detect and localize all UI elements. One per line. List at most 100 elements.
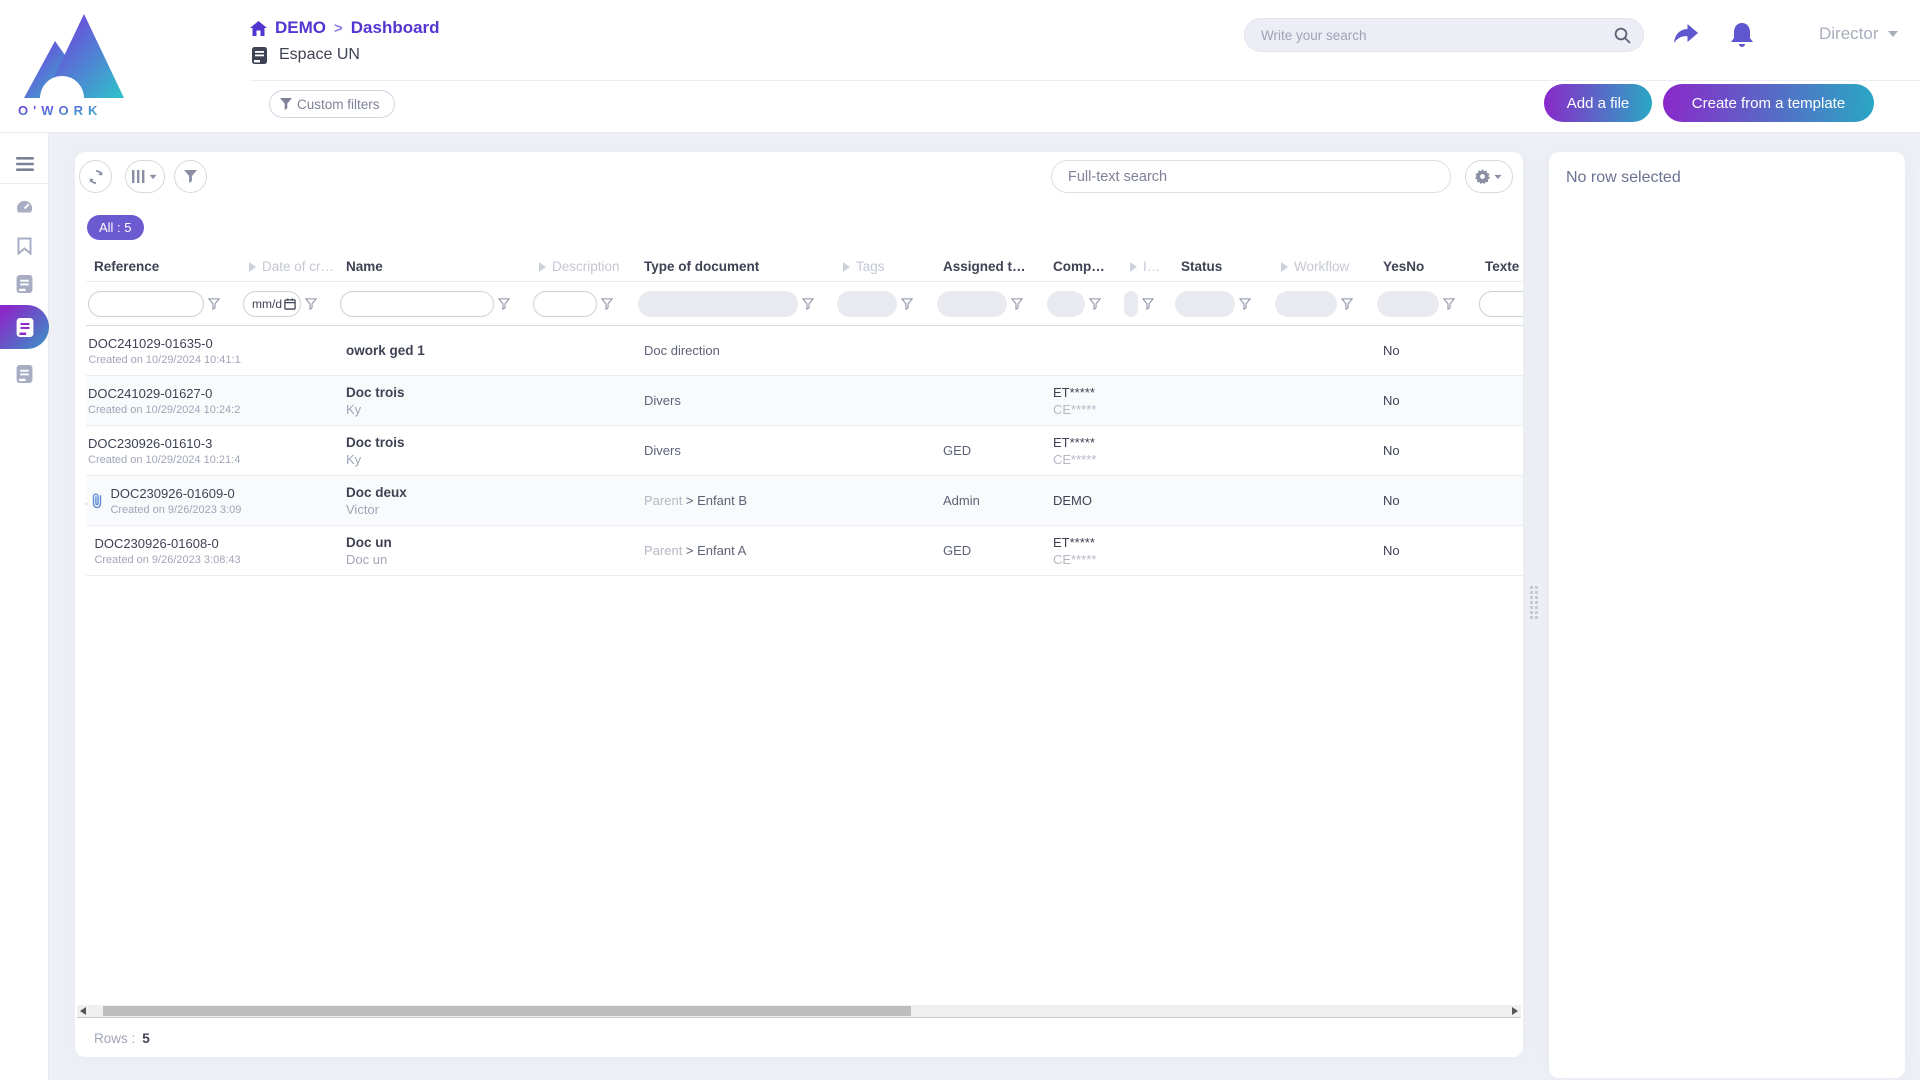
chevron-down-icon xyxy=(1495,174,1502,178)
search-icon[interactable] xyxy=(1614,27,1631,44)
table-row[interactable]: DOC230926-01610-3Created on 10/29/2024 1… xyxy=(86,426,1523,476)
sidebar-item-dashboard[interactable] xyxy=(0,189,49,227)
horizontal-scrollbar[interactable] xyxy=(77,1005,1521,1018)
breadcrumb: DEMO > Dashboard xyxy=(250,16,440,40)
cell-reference: DOC241029-01627-0Created on 10/29/2024 1… xyxy=(86,376,241,425)
filter-input-name[interactable] xyxy=(340,291,494,317)
speedometer-icon xyxy=(15,199,34,218)
breadcrumb-page[interactable]: Dashboard xyxy=(351,18,440,38)
expand-column-icon[interactable] xyxy=(539,262,546,272)
column-header-name[interactable]: Name xyxy=(338,259,531,274)
cell-yesno: No xyxy=(1375,426,1477,475)
column-header-description[interactable]: Description xyxy=(531,259,636,274)
company-code: ET***** xyxy=(1053,435,1122,450)
sidebar-divider xyxy=(0,183,49,184)
column-label: Reference xyxy=(94,259,159,274)
sidebar-item-bookmarks[interactable] xyxy=(0,227,49,265)
filter-funnel-icon[interactable] xyxy=(1142,298,1154,310)
fulltext-search-input[interactable] xyxy=(1068,169,1434,185)
columns-visibility-button[interactable] xyxy=(125,160,165,193)
scroll-left-arrow[interactable] xyxy=(80,1007,86,1015)
column-header-i[interactable]: I… xyxy=(1122,259,1173,274)
table-row[interactable]: EWDOC230926-01609-0Created on 9/26/2023 … xyxy=(86,476,1523,526)
table-settings-button[interactable] xyxy=(1465,160,1513,193)
column-header-company[interactable]: Comp… xyxy=(1045,259,1122,274)
filter-funnel-icon[interactable] xyxy=(1341,298,1353,310)
hamburger-icon xyxy=(16,157,34,171)
filter-funnel-icon[interactable] xyxy=(901,298,913,310)
column-header-type[interactable]: Type of document xyxy=(636,259,835,274)
cell-reference: DOC230926-01608-0Created on 9/26/2023 3:… xyxy=(86,526,241,575)
filter-funnel-icon[interactable] xyxy=(802,298,814,310)
calendar-icon[interactable] xyxy=(284,298,296,310)
expand-column-icon[interactable] xyxy=(249,262,256,272)
gear-icon xyxy=(1475,169,1490,184)
workspace-name: Espace UN xyxy=(279,46,360,64)
table-filter-button[interactable] xyxy=(174,160,207,193)
filter-cell-reference xyxy=(86,291,241,317)
scroll-right-arrow[interactable] xyxy=(1512,1007,1518,1015)
sidebar-menu-toggle[interactable] xyxy=(0,145,49,183)
breadcrumb-section[interactable]: DEMO xyxy=(275,18,326,38)
logo-text-glyph: O'WORK xyxy=(18,103,102,118)
filter-cell-company xyxy=(1045,291,1122,317)
cell-yesno: No xyxy=(1375,326,1477,375)
global-search[interactable] xyxy=(1244,18,1644,52)
doc-reference: DOC241029-01635-0 xyxy=(88,336,241,351)
filter-funnel-icon[interactable] xyxy=(1443,298,1455,310)
column-header-tags[interactable]: Tags xyxy=(835,259,935,274)
column-header-date-created[interactable]: Date of cr… xyxy=(241,259,338,274)
cell-company: ET*****CE***** xyxy=(1045,376,1122,425)
notifications-bell-icon[interactable] xyxy=(1728,21,1756,50)
column-header-reference[interactable]: Reference xyxy=(86,259,241,274)
sidebar-item-archive[interactable] xyxy=(0,355,49,393)
filter-funnel-icon[interactable] xyxy=(498,298,510,310)
sidebar-item-documents[interactable] xyxy=(0,265,49,303)
filter-input-texte[interactable] xyxy=(1479,291,1523,317)
filter-funnel-icon[interactable] xyxy=(601,298,613,310)
add-a-file-button[interactable]: Add a file xyxy=(1544,84,1652,122)
doc-name: Doc trois xyxy=(346,385,531,400)
filter-funnel-icon[interactable] xyxy=(1011,298,1023,310)
expand-column-icon[interactable] xyxy=(843,262,850,272)
filter-input-reference[interactable] xyxy=(88,291,204,317)
doc-type: Divers xyxy=(644,393,681,408)
refresh-button[interactable] xyxy=(79,160,112,193)
table-row[interactable]: DOC241029-01627-0Created on 10/29/2024 1… xyxy=(86,376,1523,426)
column-label: Type of document xyxy=(644,259,759,274)
column-header-yesno[interactable]: YesNo xyxy=(1375,259,1477,274)
column-header-assigned[interactable]: Assigned t… xyxy=(935,259,1045,274)
table-row[interactable]: DOC230926-01608-0Created on 9/26/2023 3:… xyxy=(86,526,1523,576)
global-search-input[interactable] xyxy=(1261,28,1614,43)
sidebar-item-ged-active[interactable] xyxy=(0,305,49,349)
filter-funnel-icon[interactable] xyxy=(1239,298,1251,310)
panel-resize-handle[interactable] xyxy=(1530,586,1544,624)
expand-column-icon[interactable] xyxy=(1130,262,1137,272)
share-icon[interactable] xyxy=(1672,23,1700,49)
user-menu[interactable]: Director xyxy=(1819,22,1898,46)
column-header-texte[interactable]: Texte xyxy=(1477,259,1523,274)
filter-disabled-status xyxy=(1175,291,1235,317)
filter-funnel-icon[interactable] xyxy=(1089,298,1101,310)
paperclip-icon xyxy=(91,492,103,509)
all-count-badge[interactable]: All : 5 xyxy=(87,215,144,240)
create-from-template-button[interactable]: Create from a template xyxy=(1663,84,1874,122)
scrollbar-thumb[interactable] xyxy=(103,1006,911,1016)
cell-name: Doc troisKy xyxy=(338,426,531,475)
home-icon[interactable] xyxy=(250,21,267,36)
filter-disabled-tags xyxy=(837,291,897,317)
cell-reference: DOC241029-01635-0Created on 10/29/2024 1… xyxy=(86,326,241,375)
filter-date-date-created[interactable]: mm/d xyxy=(243,291,301,317)
table-row[interactable]: DOC241029-01635-0Created on 10/29/2024 1… xyxy=(86,326,1523,376)
cell-yesno: No xyxy=(1375,526,1477,575)
custom-filters-button[interactable]: Custom filters xyxy=(269,90,395,118)
column-header-status[interactable]: Status xyxy=(1173,259,1273,274)
expand-column-icon[interactable] xyxy=(1281,262,1288,272)
filter-input-description[interactable] xyxy=(533,291,597,317)
fulltext-search[interactable] xyxy=(1051,160,1451,193)
doc-type: > Enfant A xyxy=(686,543,746,558)
column-header-workflow[interactable]: Workflow xyxy=(1273,259,1375,274)
cell-yesno: No xyxy=(1375,476,1477,525)
filter-funnel-icon[interactable] xyxy=(208,298,220,310)
filter-funnel-icon[interactable] xyxy=(305,298,317,310)
